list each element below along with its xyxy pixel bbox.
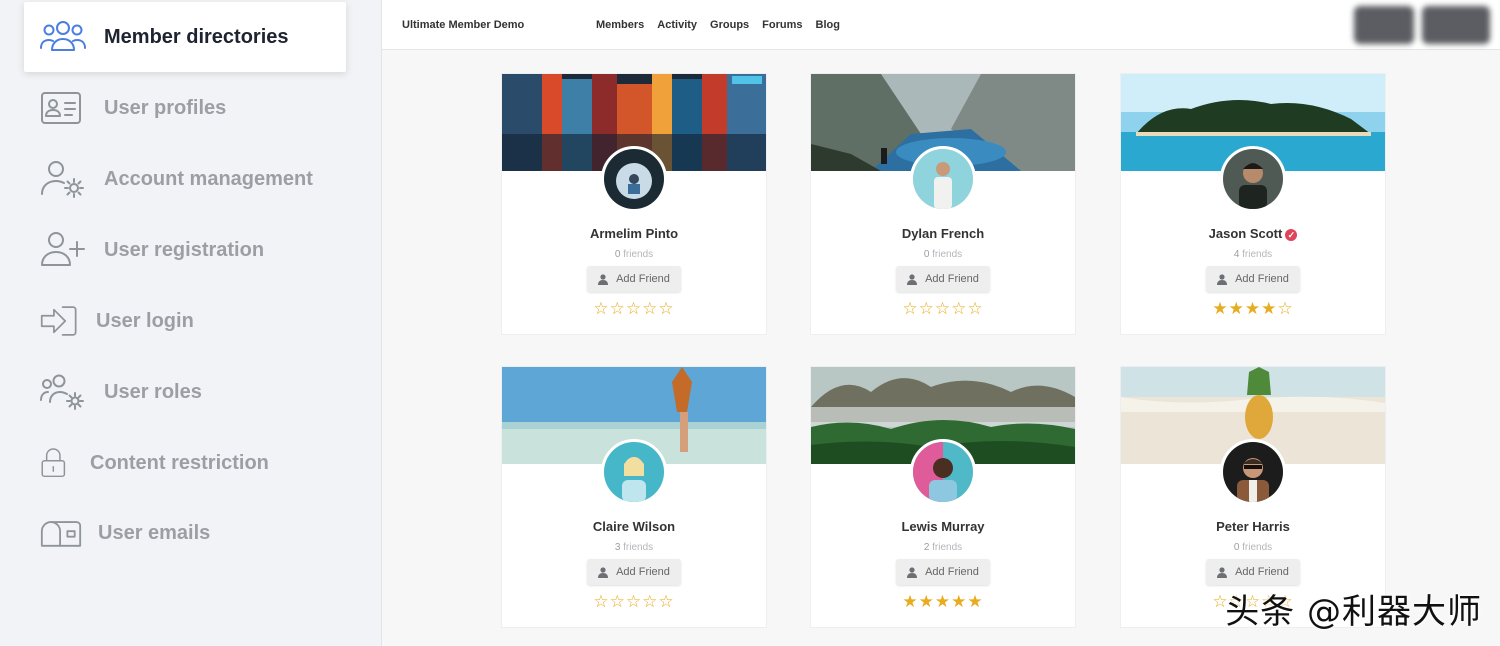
user-icon bbox=[1217, 273, 1228, 285]
add-friend-button[interactable]: Add Friend bbox=[1206, 266, 1300, 292]
menu-item-user-emails[interactable]: User emails bbox=[24, 498, 346, 568]
star-rating: ☆☆☆☆☆ bbox=[593, 592, 675, 611]
menu-item-content-restriction[interactable]: Content restriction bbox=[24, 428, 346, 498]
verified-badge-icon: ✓ bbox=[1285, 229, 1298, 241]
star-rating: ☆☆☆☆☆ bbox=[593, 299, 675, 318]
nav-blog[interactable]: Blog bbox=[816, 19, 840, 31]
user-icon bbox=[598, 566, 609, 578]
user-icon bbox=[1217, 566, 1228, 578]
friends-count: 0 friends bbox=[1233, 542, 1273, 553]
user-icon bbox=[907, 273, 918, 285]
site-brand[interactable]: Ultimate Member Demo bbox=[402, 19, 524, 31]
menu-item-label: Account management bbox=[104, 167, 313, 190]
lock-icon bbox=[40, 443, 74, 483]
add-friend-button[interactable]: Add Friend bbox=[1206, 559, 1300, 585]
member-card: Lewis Murray 2 friends Add Friend ★★★★★ bbox=[810, 366, 1076, 628]
demo-site: Ultimate Member Demo Members Activity Gr… bbox=[381, 0, 1500, 646]
add-friend-button[interactable]: Add Friend bbox=[896, 559, 990, 585]
member-card: Armelim Pinto 0 friends Add Friend ☆☆☆☆☆ bbox=[501, 73, 767, 335]
user-plus-icon bbox=[40, 230, 88, 270]
menu-item-member-directories[interactable]: Member directories bbox=[24, 2, 346, 72]
member-name[interactable]: Armelim Pinto bbox=[502, 226, 766, 241]
menu-item-label: Member directories bbox=[104, 25, 289, 48]
friends-count: 4 friends bbox=[1233, 249, 1273, 260]
member-card: Claire Wilson 3 friends Add Friend ☆☆☆☆☆ bbox=[501, 366, 767, 628]
menu-item-label: User profiles bbox=[104, 96, 227, 119]
nav-activity[interactable]: Activity bbox=[657, 19, 697, 31]
friends-count: 0 friends bbox=[614, 249, 654, 260]
menu-item-label: Content restriction bbox=[90, 451, 269, 474]
nav-groups[interactable]: Groups bbox=[710, 19, 749, 31]
menu-item-account-management[interactable]: Account management bbox=[24, 144, 346, 214]
users-icon bbox=[40, 17, 88, 57]
avatar[interactable] bbox=[601, 146, 667, 212]
friends-count: 3 friends bbox=[614, 542, 654, 553]
avatar[interactable] bbox=[601, 439, 667, 505]
menu-item-label: User registration bbox=[104, 238, 265, 261]
header-actions bbox=[1346, 6, 1490, 44]
blurred-header-button[interactable] bbox=[1422, 6, 1490, 44]
menu-item-user-login[interactable]: User login bbox=[24, 286, 346, 356]
avatar[interactable] bbox=[1220, 439, 1286, 505]
add-friend-button[interactable]: Add Friend bbox=[587, 266, 681, 292]
menu-item-user-roles[interactable]: User roles bbox=[24, 357, 346, 427]
member-card: Jason Scott ✓ 4 friends Add Friend ★★★★☆ bbox=[1120, 73, 1386, 335]
add-friend-button[interactable]: Add Friend bbox=[587, 559, 681, 585]
member-name[interactable]: Lewis Murray bbox=[811, 519, 1075, 534]
star-rating: ★★★★☆ bbox=[1212, 299, 1294, 318]
member-name[interactable]: Dylan French bbox=[811, 226, 1075, 241]
avatar[interactable] bbox=[910, 146, 976, 212]
watermark: 头条 @利器大师 bbox=[1225, 592, 1482, 632]
member-name[interactable]: Claire Wilson bbox=[502, 519, 766, 534]
id-card-icon bbox=[40, 88, 88, 128]
friends-count: 2 friends bbox=[923, 542, 963, 553]
nav-members[interactable]: Members bbox=[596, 19, 644, 31]
member-card: Dylan French 0 friends Add Friend ☆☆☆☆☆ bbox=[810, 73, 1076, 335]
member-name[interactable]: Peter Harris bbox=[1121, 519, 1385, 534]
user-icon bbox=[598, 273, 609, 285]
users-gear-icon bbox=[40, 372, 88, 412]
site-header: Ultimate Member Demo Members Activity Gr… bbox=[382, 0, 1500, 50]
friends-count: 0 friends bbox=[923, 249, 963, 260]
avatar[interactable] bbox=[910, 439, 976, 505]
avatar[interactable] bbox=[1220, 146, 1286, 212]
login-arrow-icon bbox=[40, 301, 80, 341]
blurred-header-button[interactable] bbox=[1354, 6, 1414, 44]
feature-menu: Member directories User profiles Account… bbox=[0, 0, 378, 646]
member-name[interactable]: Jason Scott ✓ bbox=[1121, 226, 1385, 241]
site-nav: Members Activity Groups Forums Blog bbox=[596, 19, 853, 31]
menu-item-label: User login bbox=[96, 309, 194, 332]
user-icon bbox=[907, 566, 918, 578]
nav-forums[interactable]: Forums bbox=[762, 19, 802, 31]
user-gear-icon bbox=[40, 159, 88, 199]
menu-item-user-registration[interactable]: User registration bbox=[24, 215, 346, 285]
menu-item-user-profiles[interactable]: User profiles bbox=[24, 73, 346, 143]
add-friend-button[interactable]: Add Friend bbox=[896, 266, 990, 292]
menu-item-label: User roles bbox=[104, 380, 202, 403]
menu-item-label: User emails bbox=[98, 521, 211, 544]
mailbox-icon bbox=[40, 513, 82, 553]
star-rating: ★★★★★ bbox=[902, 592, 984, 611]
star-rating: ☆☆☆☆☆ bbox=[902, 299, 984, 318]
